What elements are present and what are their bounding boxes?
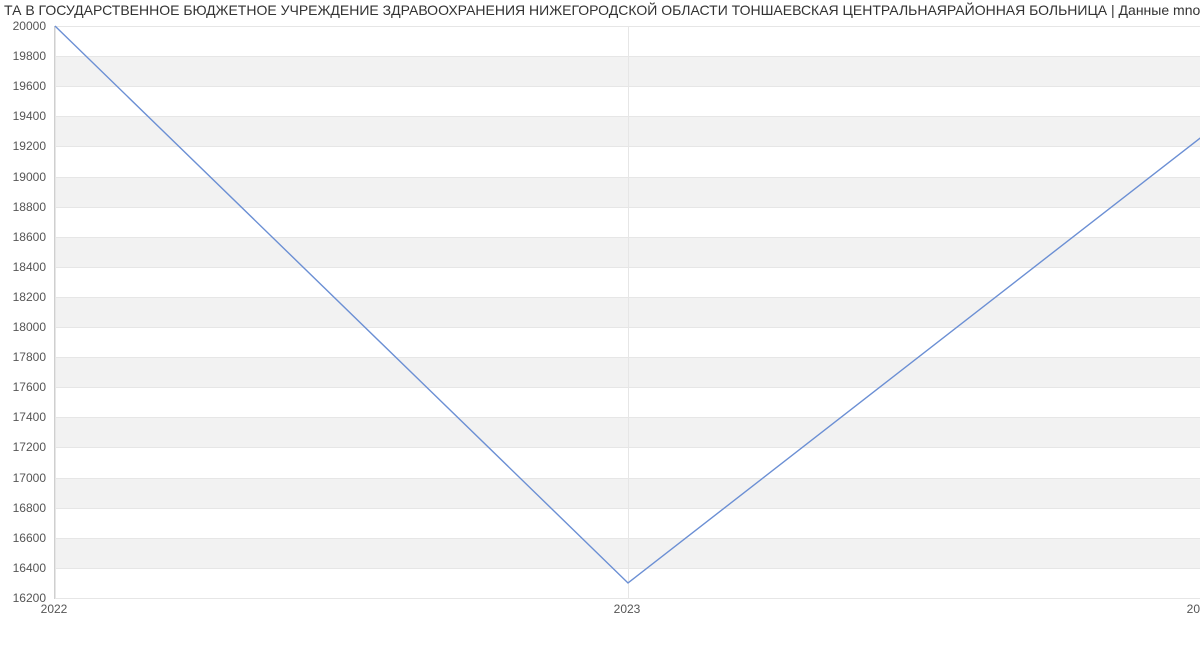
line-series: [55, 26, 1200, 598]
x-tick-label: 2022: [41, 602, 68, 616]
chart-title: ТА В ГОСУДАРСТВЕННОЕ БЮДЖЕТНОЕ УЧРЕЖДЕНИ…: [0, 2, 1200, 18]
y-tick-label: 19000: [13, 170, 46, 184]
y-tick-label: 16800: [13, 501, 46, 515]
y-tick-label: 17400: [13, 410, 46, 424]
y-tick-label: 18800: [13, 200, 46, 214]
y-tick-label: 17200: [13, 440, 46, 454]
y-tick-label: 19200: [13, 139, 46, 153]
y-tick-label: 16400: [13, 561, 46, 575]
y-tick-label: 18000: [13, 320, 46, 334]
y-tick-label: 18600: [13, 230, 46, 244]
y-tick-label: 19400: [13, 109, 46, 123]
y-tick-label: 19600: [13, 79, 46, 93]
h-gridline: [55, 598, 1200, 599]
plot-area: [54, 26, 1200, 599]
y-tick-label: 18200: [13, 290, 46, 304]
x-tick-label: 2024: [1187, 602, 1200, 616]
y-tick-label: 17800: [13, 350, 46, 364]
y-tick-label: 20000: [13, 19, 46, 33]
y-axis-ticks: 1620016400166001680017000172001740017600…: [0, 26, 50, 598]
y-tick-label: 19800: [13, 49, 46, 63]
y-tick-label: 17600: [13, 380, 46, 394]
y-tick-label: 17000: [13, 471, 46, 485]
y-tick-label: 18400: [13, 260, 46, 274]
x-axis-ticks: 202220232024: [54, 600, 1200, 620]
y-tick-label: 16600: [13, 531, 46, 545]
x-tick-label: 2023: [614, 602, 641, 616]
